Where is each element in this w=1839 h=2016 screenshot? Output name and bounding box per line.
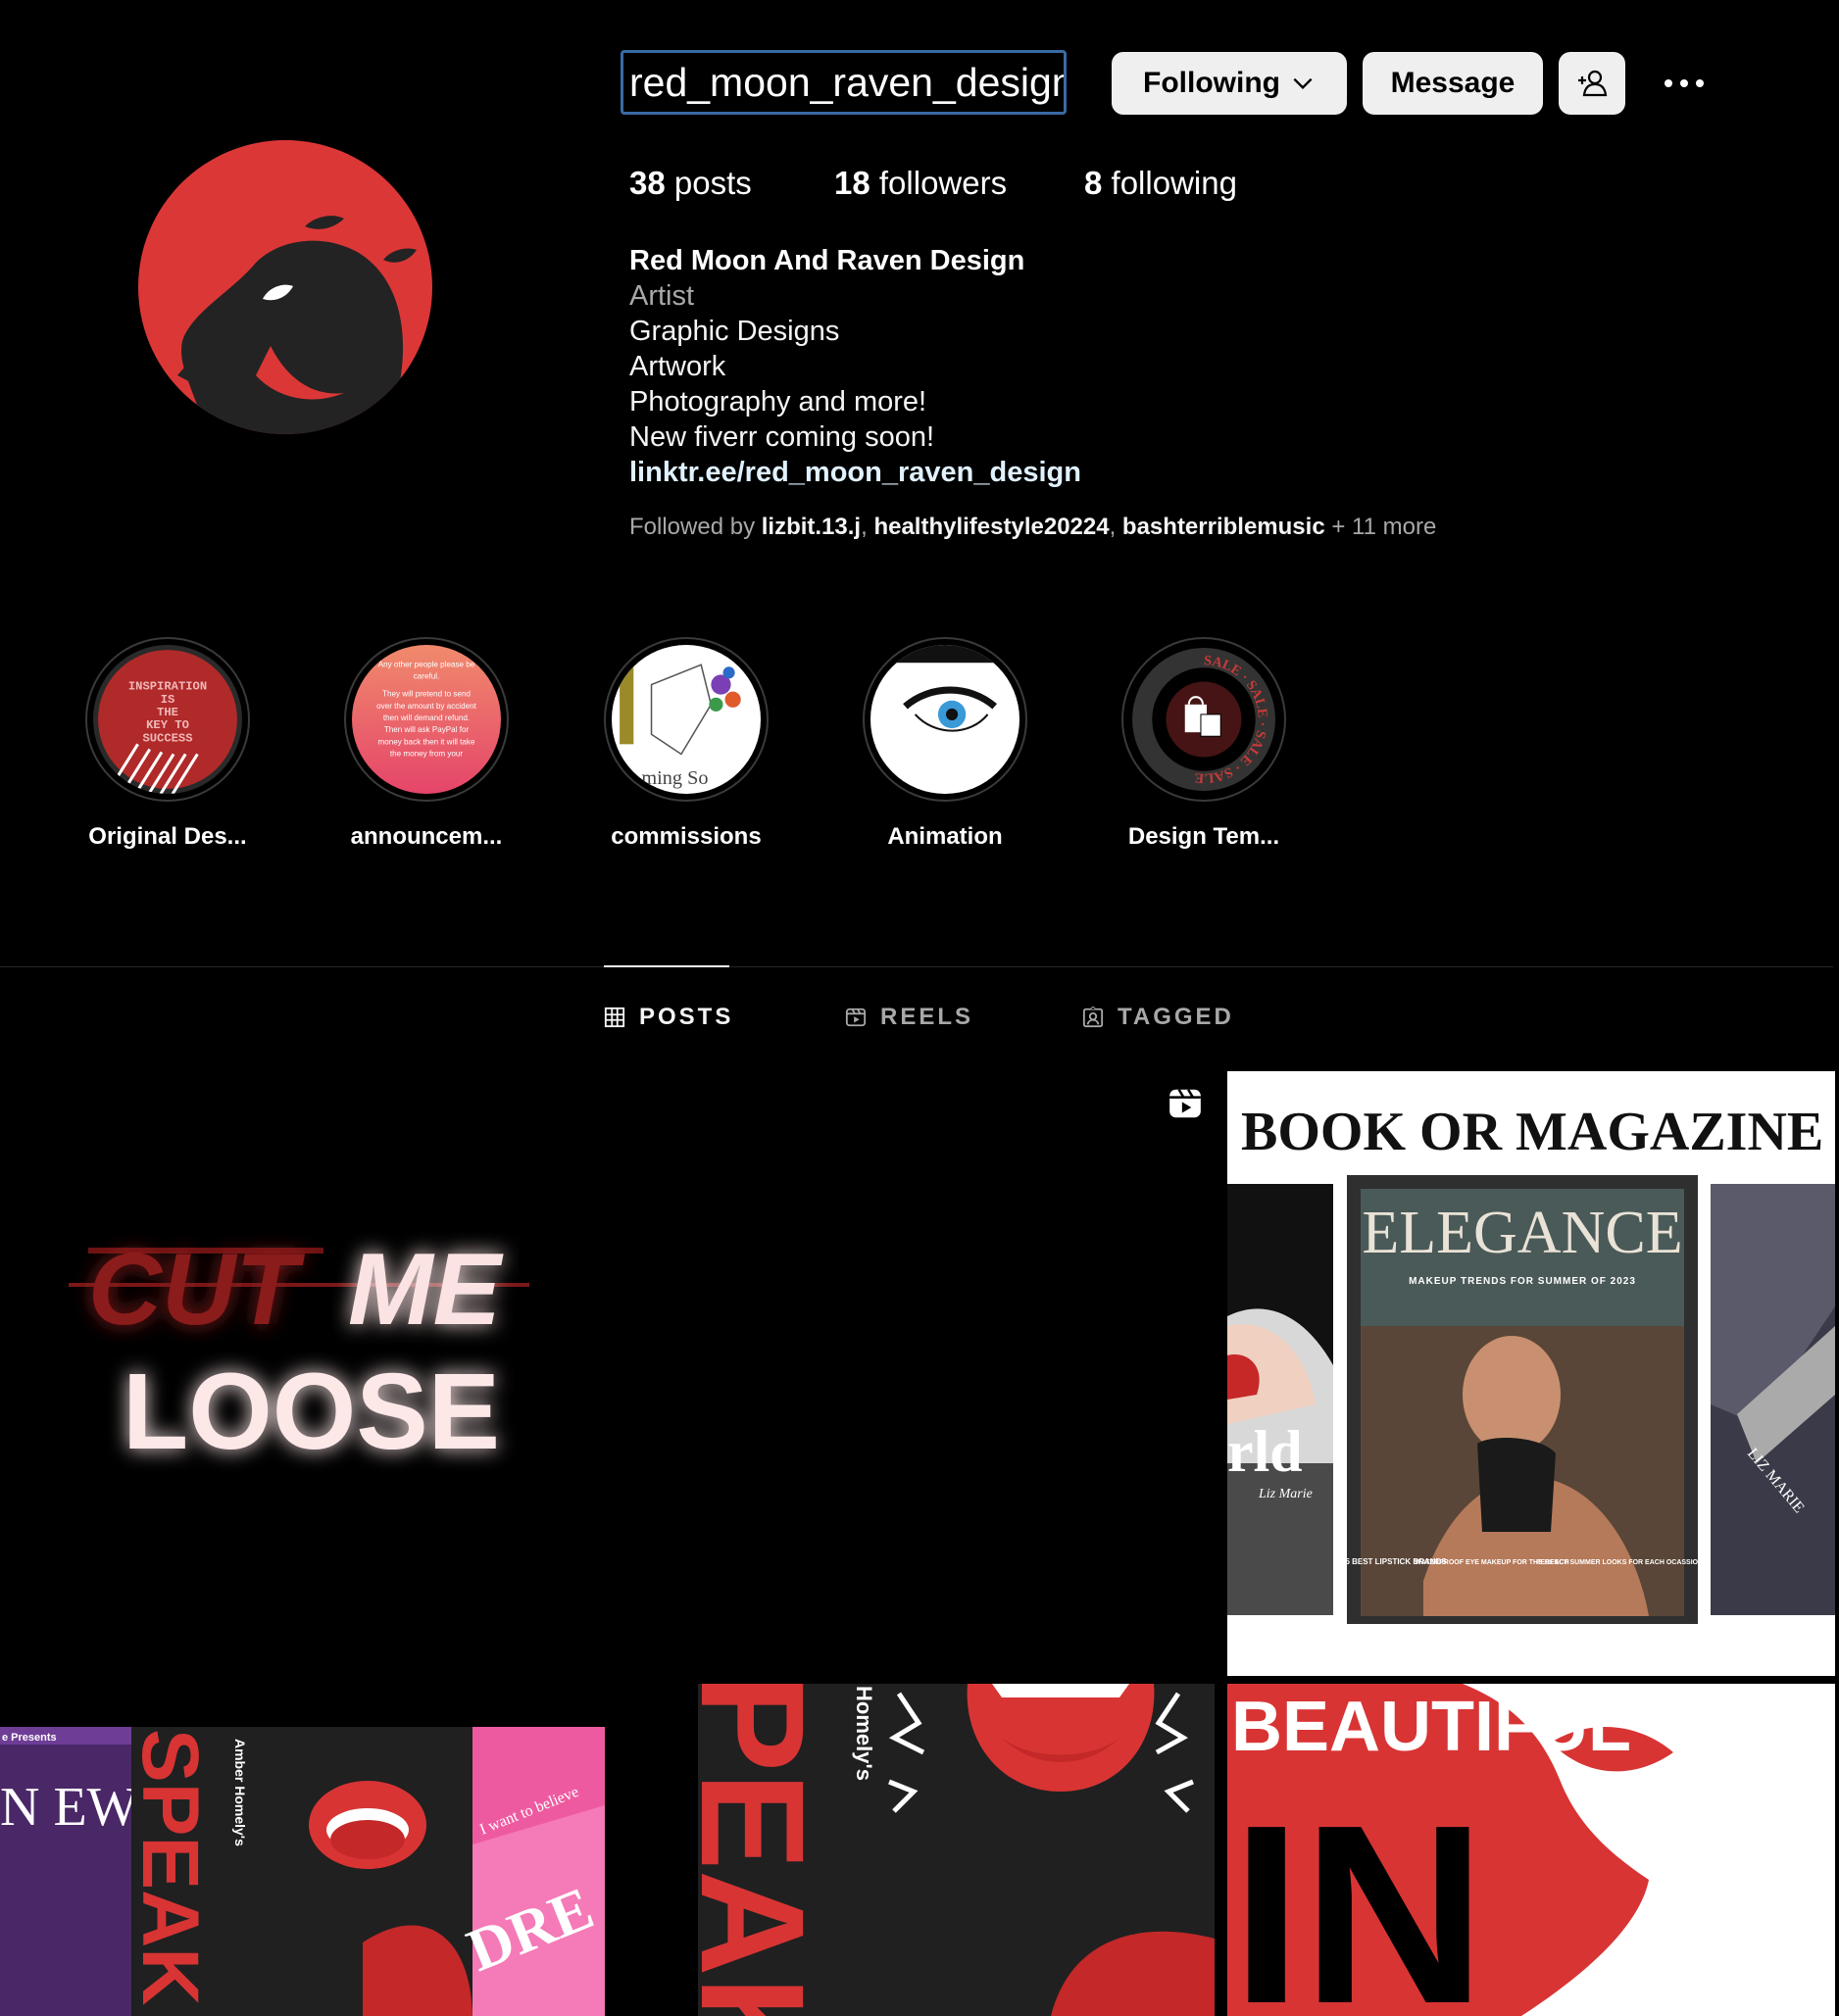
chevron-down-icon (1293, 77, 1313, 90)
highlight-cover: Any other people please be careful. They… (352, 645, 501, 794)
add-user-icon (1578, 70, 1608, 97)
svg-text:e Presents: e Presents (2, 1732, 57, 1744)
active-tab-indicator (604, 965, 729, 967)
dot-icon (1680, 79, 1688, 87)
svg-text:the money from your: the money from your (390, 749, 464, 758)
highlight-label: Design Tem... (1127, 823, 1280, 850)
followers-link[interactable]: 18 followers (834, 165, 1007, 202)
dot-icon (1696, 79, 1704, 87)
bio: Red Moon And Raven Design Artist Graphic… (629, 243, 1708, 490)
svg-text:over the amount by accident: over the amount by accident (376, 702, 476, 711)
following-button[interactable]: Following (1112, 52, 1347, 115)
post-tile-magazine[interactable]: BOOK OR MAGAZINE C rld Liz Marie ELEGANC… (1227, 1071, 1835, 1676)
svg-text:PEAK: PEAK (698, 1684, 835, 2016)
svg-text:Then will ask PayPal for: Then will ask PayPal for (384, 725, 470, 734)
svg-text:Any other people please be: Any other people please be (378, 660, 475, 668)
highlight-ring: SALE · SALE · SALE · SALE (1121, 637, 1286, 802)
svg-text:LOOSE: LOOSE (123, 1352, 500, 1472)
username-text: red_moon_raven_design (629, 59, 1067, 105)
svg-text:N EW: N EW (0, 1777, 139, 1838)
svg-text:SPEAK: SPEAK (125, 1729, 215, 2006)
follower-username[interactable]: healthylifestyle20224 (873, 514, 1109, 540)
reels-icon (845, 1008, 867, 1027)
svg-text:IN: IN (1231, 1773, 1486, 2016)
message-button[interactable]: Message (1363, 52, 1543, 115)
highlight-cover: INSPIRATION IS THE KEY TO SUCCESS (93, 645, 242, 795)
follower-username[interactable]: bashterriblemusic (1122, 514, 1325, 540)
highlight-ring: Any other people please be careful. They… (344, 637, 509, 802)
svg-text:BOOK OR MAGAZINE C: BOOK OR MAGAZINE C (1241, 1102, 1835, 1162)
tab-label: REELS (880, 1004, 974, 1030)
tabs-divider (0, 966, 1833, 967)
reel-icon (1169, 1089, 1201, 1118)
bio-line: Photography and more! (629, 386, 927, 418)
followed-by[interactable]: Followed by lizbit.13.j, healthylifestyl… (629, 514, 1436, 541)
svg-text:Homely's: Homely's (852, 1686, 876, 1781)
tab-label: POSTS (639, 1004, 734, 1030)
svg-text:BEAUTIFUL: BEAUTIFUL (1231, 1688, 1631, 1766)
following-link[interactable]: 8 following (1084, 165, 1237, 202)
svg-text:ming So: ming So (641, 767, 708, 789)
follower-username[interactable]: lizbit.13.j (762, 514, 861, 540)
posts-count: 38 posts (629, 165, 752, 201)
tab-tagged[interactable]: TAGGED (1082, 1004, 1234, 1031)
following-label: Following (1143, 67, 1280, 99)
svg-text:INSPIRATION: INSPIRATION (128, 680, 207, 694)
svg-text:then will demand refund.: then will demand refund. (383, 713, 470, 722)
svg-text:They will pretend to send: They will pretend to send (382, 690, 471, 699)
bio-link[interactable]: linktr.ee/red_moon_raven_design (629, 455, 1708, 490)
highlight-label: commissions (611, 823, 762, 850)
grid-icon (604, 1007, 625, 1028)
post-tile-beautiful[interactable]: BEAUTIFUL IN (1227, 1684, 1835, 2016)
highlight-commissions[interactable]: ming So commissions (588, 637, 784, 851)
username-heading: red_moon_raven_design (621, 50, 1067, 115)
svg-text:KEY TO: KEY TO (146, 718, 189, 732)
post-tile-speak-collage[interactable]: e Presents N EW SPEAK Amber Homely's I w… (0, 1727, 605, 2016)
svg-text:SUCCESS: SUCCESS (142, 731, 192, 745)
svg-text:IS: IS (161, 693, 175, 707)
svg-text:careful.: careful. (414, 671, 440, 680)
svg-text:money back then it will take: money back then it will take (378, 737, 475, 746)
highlight-original-designs[interactable]: INSPIRATION IS THE KEY TO SUCCESS Origin… (70, 637, 266, 851)
post-tile-speak[interactable]: PEAK Homely's (698, 1684, 1215, 2016)
svg-text:THE: THE (157, 706, 178, 719)
tab-posts[interactable]: POSTS (604, 1004, 733, 1031)
suggested-users-button[interactable] (1559, 52, 1625, 115)
svg-text:PERFECT SUMMER LOOKS FOR EACH: PERFECT SUMMER LOOKS FOR EACH OCASSION (1536, 1559, 1703, 1566)
highlight-ring: INSPIRATION IS THE KEY TO SUCCESS (85, 637, 250, 802)
message-label: Message (1390, 67, 1516, 99)
highlight-cover: ming So (612, 645, 761, 794)
tagged-icon (1082, 1007, 1104, 1028)
svg-text:MAKEUP TRENDS FOR SUMMER OF 20: MAKEUP TRENDS FOR SUMMER OF 2023 (1409, 1276, 1636, 1287)
highlight-ring (863, 637, 1027, 802)
svg-text:rld: rld (1227, 1419, 1303, 1484)
svg-text:ELEGANCE: ELEGANCE (1362, 1200, 1682, 1266)
bio-line: Artwork (629, 351, 726, 382)
post-tile-cut-me-loose[interactable]: CUT ME LOOSE (0, 1071, 608, 1676)
post-tile-reel[interactable] (616, 1071, 1223, 1676)
bio-category: Artist (629, 280, 695, 312)
bio-line: New fiverr coming soon! (629, 421, 935, 453)
svg-text:Amber Homely's: Amber Homely's (232, 1739, 248, 1846)
highlight-cover (870, 645, 1019, 794)
highlight-design-templates[interactable]: SALE · SALE · SALE · SALE Design Tem... (1106, 637, 1302, 851)
highlight-label: announcem... (350, 823, 503, 850)
tab-label: TAGGED (1118, 1004, 1234, 1030)
bio-name: Red Moon And Raven Design (629, 245, 1025, 276)
more-options-button[interactable] (1657, 67, 1712, 100)
highlight-label: Animation (887, 823, 1003, 850)
highlight-cover: SALE · SALE · SALE · SALE (1129, 645, 1278, 794)
svg-text:Liz Marie: Liz Marie (1258, 1487, 1313, 1501)
highlight-announcements[interactable]: Any other people please be careful. They… (328, 637, 524, 851)
profile-avatar[interactable] (138, 140, 432, 434)
highlight-ring: ming So (604, 637, 769, 802)
dot-icon (1665, 79, 1672, 87)
highlight-animation[interactable]: Animation (847, 637, 1043, 851)
svg-text:ME: ME (348, 1233, 504, 1347)
bio-line: Graphic Designs (629, 316, 840, 347)
highlight-label: Original Des... (88, 823, 247, 850)
tab-reels[interactable]: REELS (845, 1004, 973, 1031)
